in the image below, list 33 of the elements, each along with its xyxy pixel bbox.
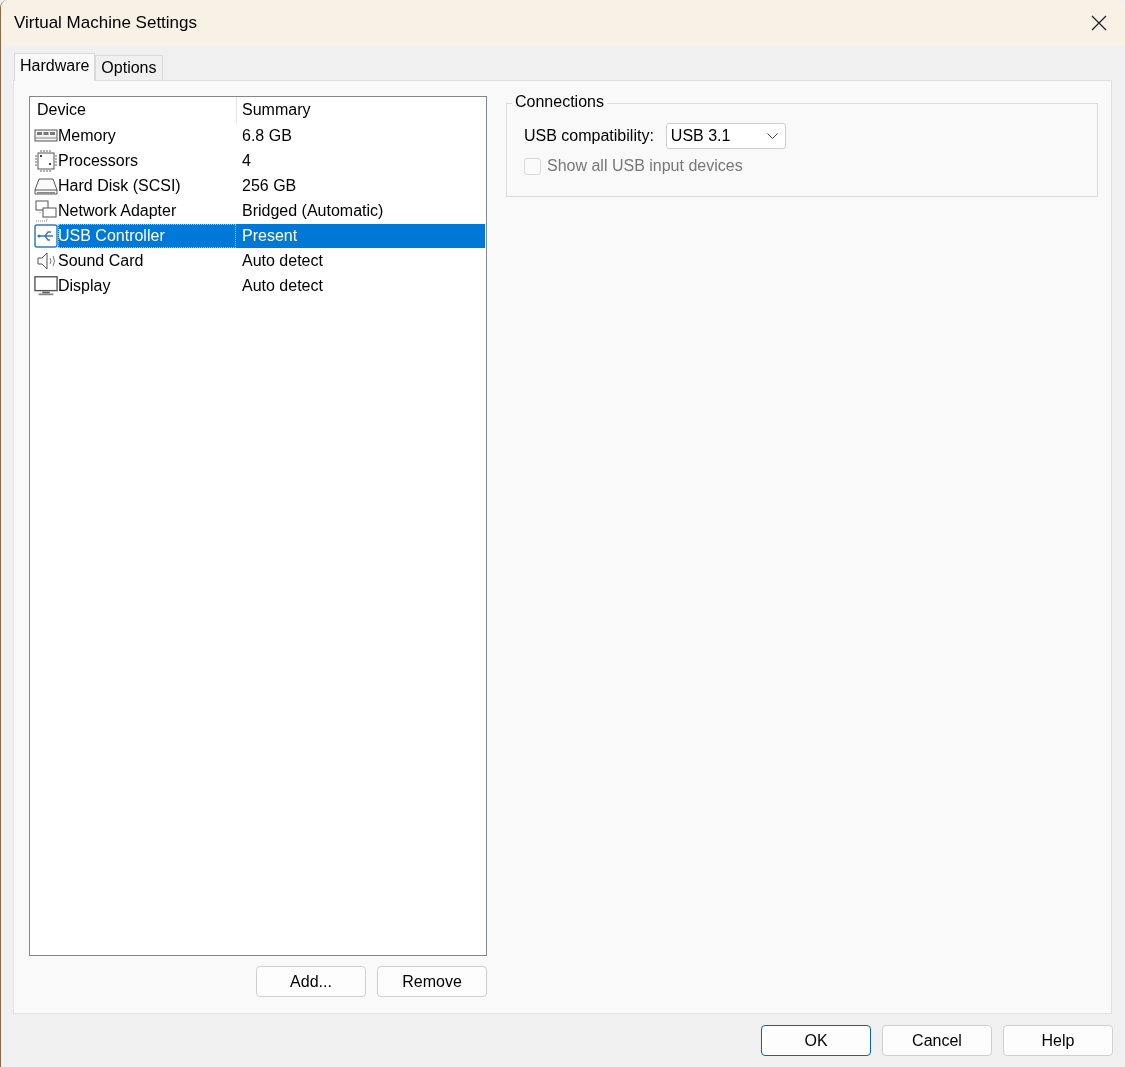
- device-name[interactable]: USB Controller: [58, 223, 236, 248]
- tab[interactable]: Options: [95, 55, 163, 80]
- help-button[interactable]: Help: [1003, 1025, 1113, 1056]
- device-name[interactable]: Network Adapter: [58, 198, 236, 223]
- usb-compatibility-dropdown[interactable]: USB 3.1: [665, 123, 786, 149]
- device-summary[interactable]: 256 GB: [236, 173, 485, 198]
- column-header[interactable]: Summary: [236, 97, 486, 123]
- processor-icon: [34, 148, 58, 173]
- device-summary[interactable]: 4: [236, 148, 485, 173]
- device-name[interactable]: Display: [58, 273, 236, 298]
- add-button[interactable]: Add...: [256, 966, 366, 997]
- network-icon: [34, 198, 58, 223]
- device-summary[interactable]: Auto detect: [236, 273, 485, 298]
- field-label: USB compatibility:: [524, 127, 654, 145]
- device-name[interactable]: Memory: [58, 123, 236, 148]
- device-name[interactable]: Processors: [58, 148, 236, 173]
- device-name[interactable]: Sound Card: [58, 248, 236, 273]
- device-summary[interactable]: Present: [236, 223, 485, 248]
- device-name[interactable]: Hard Disk (SCSI): [58, 173, 236, 198]
- column-header[interactable]: Device: [30, 97, 236, 123]
- cancel-button[interactable]: Cancel: [882, 1025, 992, 1056]
- usb-icon: [34, 223, 58, 248]
- device-summary[interactable]: Bridged (Automatic): [236, 198, 485, 223]
- display-icon: [34, 274, 58, 297]
- tab[interactable]: Hardware: [14, 53, 96, 81]
- close-icon: [1091, 14, 1107, 31]
- memory-icon: [34, 126, 58, 145]
- chevron-icon: [766, 132, 778, 140]
- window-title: Virtual Machine Settings: [14, 12, 197, 33]
- remove-button[interactable]: Remove: [377, 966, 487, 997]
- ok-button[interactable]: OK: [761, 1025, 871, 1056]
- device-summary[interactable]: Auto detect: [236, 248, 485, 273]
- device-summary[interactable]: 6.8 GB: [236, 123, 485, 148]
